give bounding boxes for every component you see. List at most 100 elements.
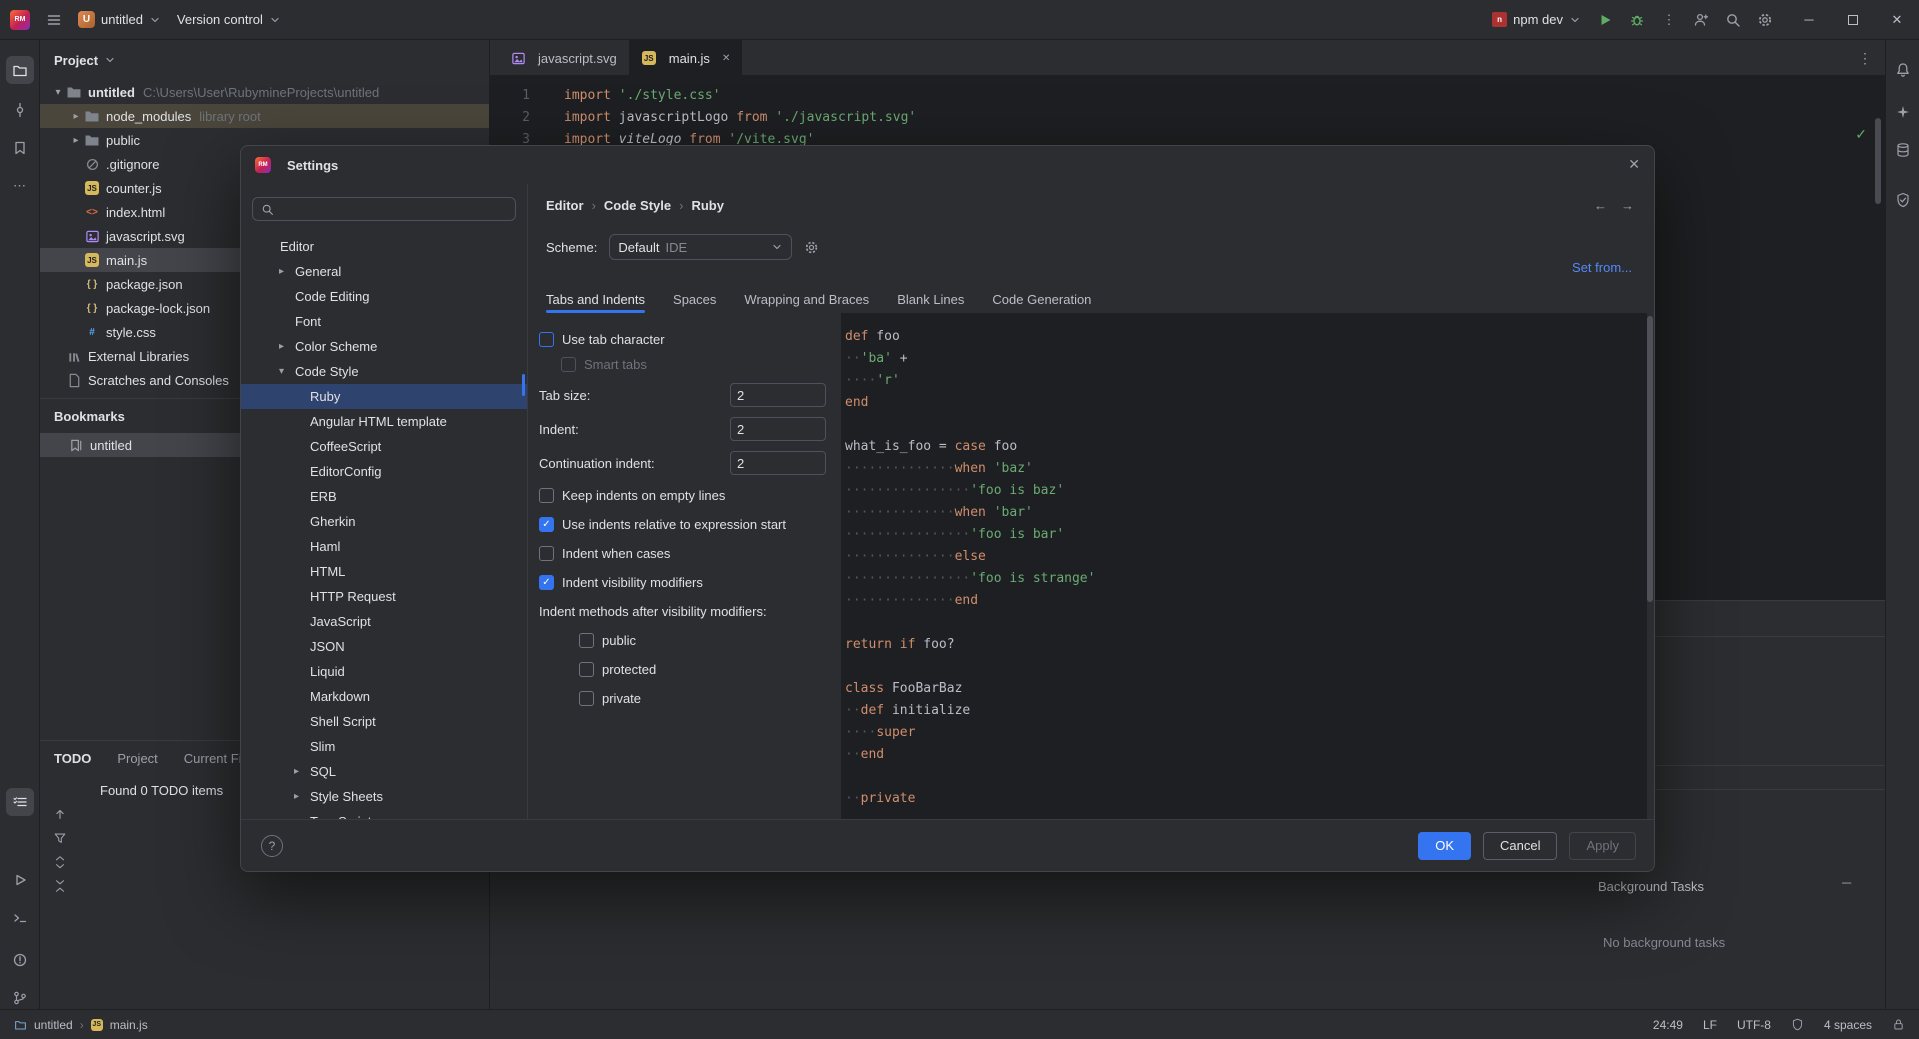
database-button[interactable]: [1889, 136, 1917, 164]
indent-input[interactable]: [730, 417, 826, 441]
debug-button[interactable]: [1621, 5, 1653, 35]
caret-position-widget[interactable]: 24:49: [1653, 1018, 1683, 1032]
tab-size-input[interactable]: [730, 383, 826, 407]
close-button[interactable]: ✕: [1875, 0, 1919, 40]
settings-tree-item[interactable]: EditorConfig: [241, 459, 527, 484]
settings-tree-item[interactable]: ERB: [241, 484, 527, 509]
todo-tool-button[interactable]: [6, 788, 34, 816]
project-tool-button[interactable]: [6, 56, 34, 84]
collapse-all-button[interactable]: [53, 879, 67, 893]
editor-tab[interactable]: javascript.svg: [498, 40, 629, 76]
tab-spaces[interactable]: Spaces: [673, 286, 716, 312]
breadcrumb-item[interactable]: Code Style: [604, 198, 671, 213]
indents-relative-row[interactable]: Use indents relative to expression start: [539, 512, 839, 537]
notifications-button[interactable]: [1889, 56, 1917, 84]
editor-tab[interactable]: JSmain.js✕: [629, 40, 743, 76]
ok-button[interactable]: OK: [1418, 832, 1471, 860]
chevron-right-icon[interactable]: ▸: [279, 266, 295, 277]
settings-tree-item[interactable]: ▾Code Style: [241, 359, 527, 384]
indent-visibility-row[interactable]: Indent visibility modifiers: [539, 570, 839, 595]
smart-tabs-checkbox[interactable]: [561, 357, 576, 372]
main-menu-button[interactable]: [38, 5, 70, 35]
keep-indents-row[interactable]: Keep indents on empty lines: [539, 483, 839, 508]
public-checkbox[interactable]: [579, 633, 594, 648]
settings-dialog-header[interactable]: RM Settings ✕: [241, 146, 1654, 184]
tab-tabs-and-indents[interactable]: Tabs and Indents: [546, 286, 645, 312]
apply-button[interactable]: Apply: [1569, 832, 1636, 860]
editor-options-button[interactable]: ⋮: [1855, 48, 1875, 68]
chevron-right-icon[interactable]: ▸: [294, 791, 310, 802]
chevron-right-icon[interactable]: ▸: [294, 766, 310, 777]
tab-code-generation[interactable]: Code Generation: [992, 286, 1091, 312]
settings-tree-item[interactable]: Editor: [241, 234, 527, 259]
expand-all-button[interactable]: [53, 855, 67, 869]
scheme-actions-button[interactable]: [804, 240, 819, 255]
settings-tree-item[interactable]: Liquid: [241, 659, 527, 684]
private-checkbox[interactable]: [579, 691, 594, 706]
scheme-select[interactable]: Default IDE: [609, 234, 792, 260]
todo-tab[interactable]: TODO: [54, 751, 91, 766]
indents-relative-checkbox[interactable]: [539, 517, 554, 532]
settings-tree-item[interactable]: ▸Color Scheme: [241, 334, 527, 359]
public-row[interactable]: public: [539, 628, 839, 653]
settings-tree-item[interactable]: JavaScript: [241, 609, 527, 634]
minimize-button[interactable]: ─: [1787, 0, 1831, 40]
search-everywhere-button[interactable]: [1717, 5, 1749, 35]
bookmarks-tool-button[interactable]: [6, 134, 34, 162]
vcs-widget[interactable]: Version control: [169, 5, 289, 35]
chevron-right-icon[interactable]: ▸: [68, 135, 84, 146]
statusbar-crumb-project[interactable]: untitled: [34, 1018, 73, 1032]
settings-tree-item[interactable]: Ruby: [241, 384, 527, 409]
settings-tree-item[interactable]: ▸SQL: [241, 759, 527, 784]
settings-tree-item[interactable]: JSON: [241, 634, 527, 659]
encoding-widget[interactable]: UTF-8: [1737, 1018, 1771, 1032]
settings-tree-item[interactable]: Gherkin: [241, 509, 527, 534]
dialog-scrollbar-thumb[interactable]: [1647, 316, 1653, 602]
chevron-right-icon[interactable]: ▸: [68, 111, 84, 122]
protected-row[interactable]: protected: [539, 657, 839, 682]
settings-tree-item[interactable]: ▸Style Sheets: [241, 784, 527, 809]
indent-when-cases-checkbox[interactable]: [539, 546, 554, 561]
todo-tab[interactable]: Project: [117, 751, 157, 766]
git-tool-button[interactable]: [6, 984, 34, 1012]
tab-wrapping-and-braces[interactable]: Wrapping and Braces: [744, 286, 869, 312]
hide-panel-button[interactable]: ─: [1842, 875, 1851, 890]
smart-tabs-row[interactable]: Smart tabs: [539, 352, 839, 377]
maximize-button[interactable]: [1831, 0, 1875, 40]
indent-visibility-checkbox[interactable]: [539, 575, 554, 590]
chevron-down-icon[interactable]: ▾: [50, 87, 66, 98]
settings-search-input[interactable]: [280, 202, 480, 217]
chevron-right-icon[interactable]: ▸: [279, 341, 295, 352]
line-ending-widget[interactable]: LF: [1703, 1018, 1717, 1032]
settings-gear-button[interactable]: [1749, 5, 1781, 35]
more-tools-button[interactable]: ⋯: [6, 172, 34, 200]
tab-close-icon[interactable]: ✕: [722, 53, 730, 64]
terminal-tool-button[interactable]: [6, 904, 34, 932]
previous-todo-button[interactable]: [53, 807, 67, 821]
settings-tree-item[interactable]: Font: [241, 309, 527, 334]
continuation-indent-input[interactable]: [730, 451, 826, 475]
settings-tree-item[interactable]: Slim: [241, 734, 527, 759]
use-tab-character-row[interactable]: Use tab character: [539, 327, 839, 352]
run-button[interactable]: [1589, 5, 1621, 35]
settings-tree-item[interactable]: HTML: [241, 559, 527, 584]
keep-indents-checkbox[interactable]: [539, 488, 554, 503]
forward-button[interactable]: →: [1621, 198, 1634, 213]
problems-tool-button[interactable]: [6, 946, 34, 974]
editor-scrollbar-thumb[interactable]: [1875, 118, 1881, 204]
settings-tree-item[interactable]: ▸General: [241, 259, 527, 284]
settings-tree-item[interactable]: CoffeeScript: [241, 434, 527, 459]
project-widget[interactable]: U untitled: [70, 5, 169, 35]
code-with-me-button[interactable]: [1685, 5, 1717, 35]
indent-when-cases-row[interactable]: Indent when cases: [539, 541, 839, 566]
ai-assistant-button[interactable]: [1889, 98, 1917, 126]
commit-tool-button[interactable]: [6, 96, 34, 124]
statusbar-crumb-file[interactable]: main.js: [110, 1018, 148, 1032]
indent-widget[interactable]: 4 spaces: [1824, 1018, 1872, 1032]
settings-tree-item[interactable]: Haml: [241, 534, 527, 559]
inspections-ok-icon[interactable]: ✓: [1855, 126, 1867, 143]
breadcrumb-item[interactable]: Editor: [546, 198, 584, 213]
tree-scrollbar-thumb[interactable]: [522, 374, 525, 396]
lock-icon[interactable]: [1892, 1018, 1905, 1031]
chevron-down-icon[interactable]: ▾: [279, 366, 295, 377]
